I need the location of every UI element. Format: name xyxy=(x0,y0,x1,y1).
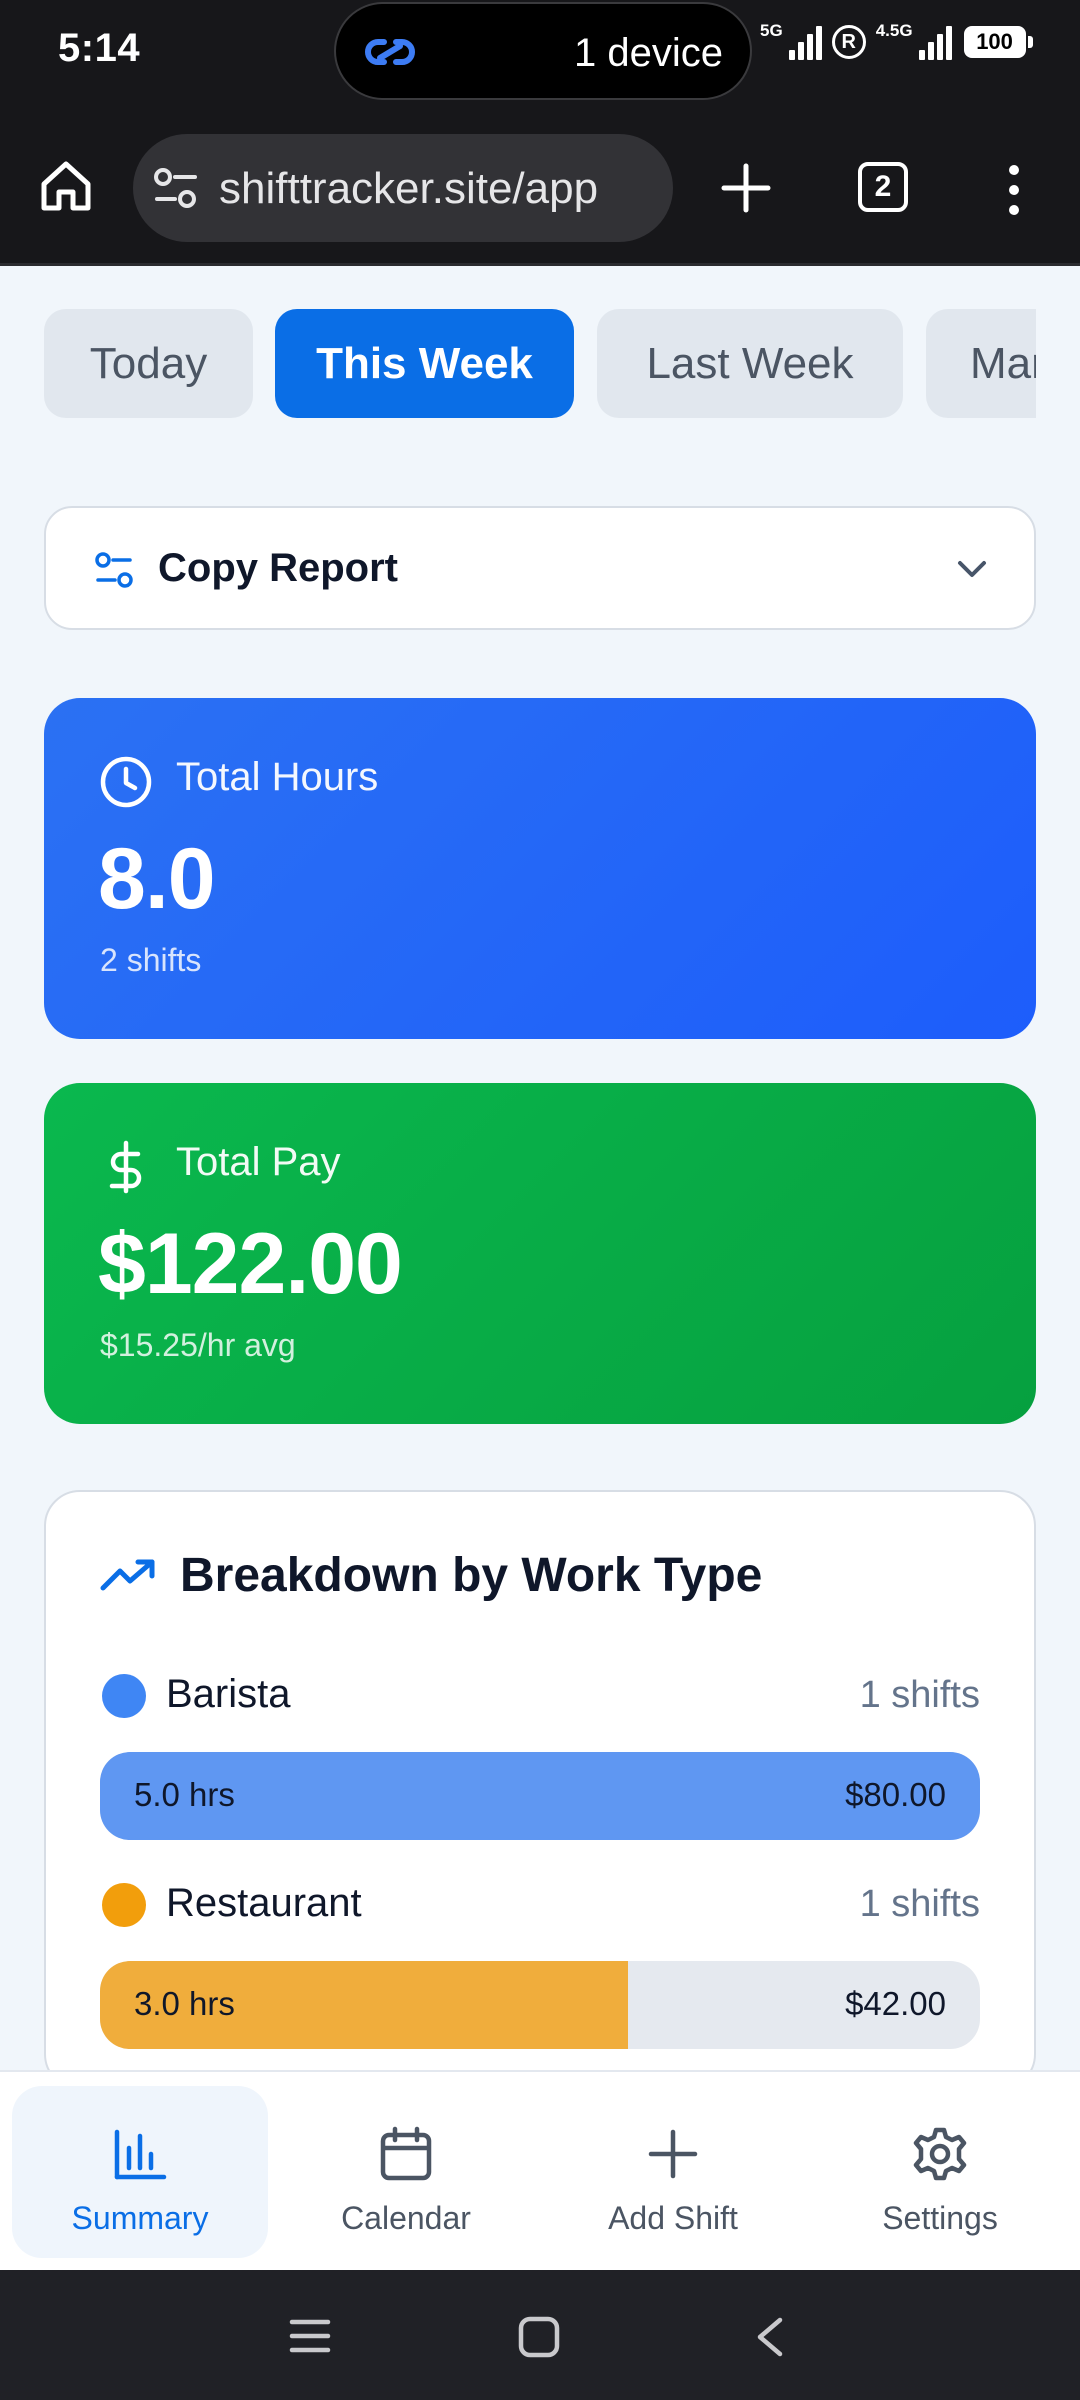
total-pay-label: Total Pay xyxy=(176,1140,341,1184)
breakdown-card: Breakdown by Work Type Barista 1 shifts … xyxy=(44,1490,1036,2090)
home-icon[interactable] xyxy=(38,158,94,214)
new-tab-icon[interactable] xyxy=(716,158,776,218)
recents-icon[interactable] xyxy=(288,2316,332,2356)
work-type-row: Restaurant 1 shifts 3.0 hrs $42.00 xyxy=(100,1873,980,2049)
nav-summary[interactable]: Summary xyxy=(12,2086,268,2258)
period-tabs: Today This Week Last Week Mar xyxy=(44,309,1036,419)
work-type-name: Restaurant xyxy=(166,1881,362,1925)
bottom-nav: Summary Calendar Add Shift Settings xyxy=(0,2070,1080,2270)
total-pay-value: $122.00 xyxy=(98,1216,403,1312)
status-icons: 5G R 4.5G 100 xyxy=(760,20,1033,60)
tab-this-week[interactable]: This Week xyxy=(275,309,574,418)
total-hours-label: Total Hours xyxy=(176,755,379,799)
battery-icon: 100 xyxy=(963,26,1033,58)
roaming-icon: R xyxy=(831,25,866,59)
nav-calendar-label: Calendar xyxy=(341,2200,471,2236)
signal-icon-2 xyxy=(918,24,952,60)
copy-report-dropdown[interactable]: Copy Report xyxy=(44,506,1036,630)
copy-report-label: Copy Report xyxy=(158,546,398,590)
network-type-2: 4.5G xyxy=(875,20,913,40)
work-type-hours: 3.0 hrs xyxy=(134,1985,235,2022)
more-menu-icon[interactable] xyxy=(1004,162,1024,218)
work-type-pay: $42.00 xyxy=(845,1985,946,2022)
sliders-icon xyxy=(95,552,133,588)
network-type-1: 5G xyxy=(760,20,783,40)
address-bar[interactable]: shifttracker.site/app xyxy=(133,134,673,242)
nav-summary-label: Summary xyxy=(71,2200,209,2236)
breakdown-title: Breakdown by Work Type xyxy=(180,1549,763,1602)
total-hours-card: Total Hours 8.0 2 shifts xyxy=(44,698,1036,1039)
work-type-bar: 5.0 hrs $80.00 xyxy=(100,1752,980,1840)
bar-chart-icon xyxy=(114,2129,167,2180)
total-pay-card: Total Pay $122.00 $15.25/hr avg xyxy=(44,1083,1036,1424)
work-type-bar: 3.0 hrs $42.00 xyxy=(100,1961,980,2049)
nav-calendar[interactable]: Calendar xyxy=(278,2086,534,2258)
shift-count: 2 shifts xyxy=(100,942,202,978)
site-settings-icon[interactable] xyxy=(153,166,199,210)
work-type-shift-count: 1 shifts xyxy=(859,1883,980,1925)
signal-icon xyxy=(788,24,822,60)
nav-add-shift-label: Add Shift xyxy=(608,2200,738,2236)
status-time: 5:14 xyxy=(58,26,141,70)
link-icon xyxy=(365,39,415,65)
back-icon[interactable] xyxy=(752,2316,788,2358)
total-hours-value: 8.0 xyxy=(98,831,216,927)
work-type-shift-count: 1 shifts xyxy=(859,1674,980,1716)
clock-icon xyxy=(100,756,152,808)
dollar-icon xyxy=(109,1140,142,1194)
work-type-dot xyxy=(102,1674,146,1718)
tab-month[interactable]: Mar xyxy=(926,309,1036,418)
work-type-row: Barista 1 shifts 5.0 hrs $80.00 xyxy=(100,1664,980,1840)
work-type-name: Barista xyxy=(166,1672,291,1716)
hourly-average: $15.25/hr avg xyxy=(100,1327,296,1363)
plus-icon xyxy=(648,2129,698,2179)
work-type-pay: $80.00 xyxy=(845,1776,946,1813)
browser-toolbar: shifttracker.site/app 2 xyxy=(0,100,1080,266)
system-nav-bar xyxy=(0,2270,1080,2400)
status-bar: 5:14 1 device 5G R 4.5G 100 xyxy=(0,0,1080,100)
nav-add-shift[interactable]: Add Shift xyxy=(545,2086,801,2258)
home-nav-icon[interactable] xyxy=(518,2316,560,2358)
nav-settings[interactable]: Settings xyxy=(812,2086,1068,2258)
work-type-dot xyxy=(102,1883,146,1927)
tab-switcher-button[interactable]: 2 xyxy=(858,162,908,212)
tab-last-week[interactable]: Last Week xyxy=(597,309,903,418)
nav-settings-label: Settings xyxy=(882,2200,998,2236)
trending-up-icon xyxy=(100,1559,155,1591)
connected-device-pill[interactable]: 1 device xyxy=(334,2,752,100)
url-text: shifttracker.site/app xyxy=(219,164,599,213)
work-type-hours: 5.0 hrs xyxy=(134,1776,235,1813)
chevron-down-icon xyxy=(958,561,986,577)
calendar-icon xyxy=(380,2126,432,2181)
device-count: 1 device xyxy=(574,31,723,75)
tab-today[interactable]: Today xyxy=(44,309,253,418)
gear-icon xyxy=(913,2127,967,2181)
